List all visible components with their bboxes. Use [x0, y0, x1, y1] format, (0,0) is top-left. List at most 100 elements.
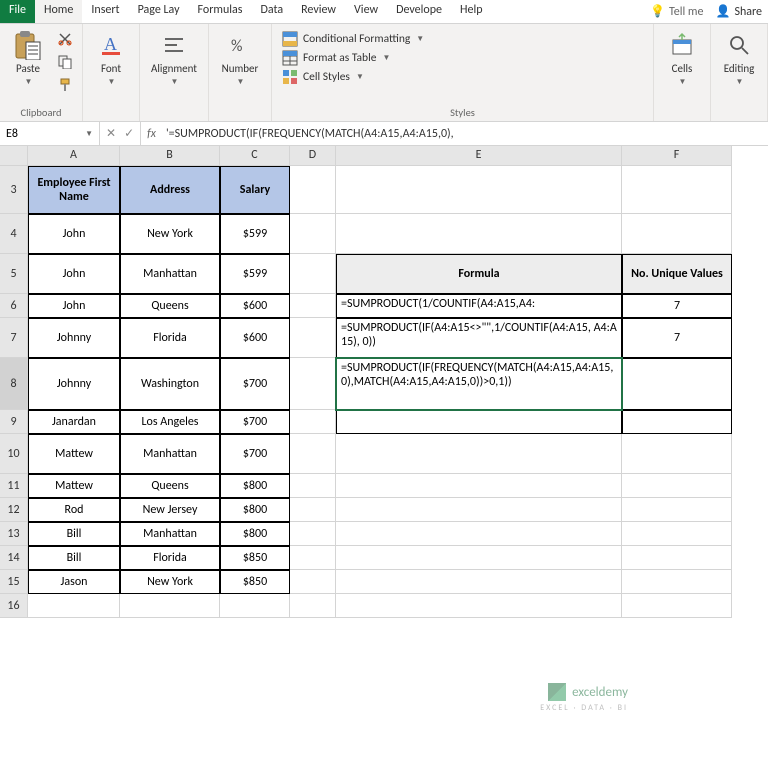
col-header-e[interactable]: E: [336, 146, 622, 166]
cell-A10[interactable]: Mattew: [28, 434, 120, 474]
editing-button[interactable]: Editing ▼: [717, 28, 761, 87]
cell-D15[interactable]: [290, 570, 336, 594]
share-button[interactable]: 👤 Share: [709, 0, 768, 23]
cell-D5[interactable]: [290, 254, 336, 294]
row-header-4[interactable]: 4: [0, 214, 28, 254]
cell-B16[interactable]: [120, 594, 220, 618]
conditional-formatting-button[interactable]: Conditional Formatting ▼: [278, 30, 647, 48]
cell-C12[interactable]: $800: [220, 498, 290, 522]
cell-E12[interactable]: [336, 498, 622, 522]
tab-insert[interactable]: Insert: [82, 0, 128, 23]
cell-B13[interactable]: Manhattan: [120, 522, 220, 546]
cell-A16[interactable]: [28, 594, 120, 618]
tab-view[interactable]: View: [345, 0, 387, 23]
cell-E14[interactable]: [336, 546, 622, 570]
cell-E15[interactable]: [336, 570, 622, 594]
tell-me-box[interactable]: 💡 Tell me: [644, 0, 709, 23]
cell-styles-button[interactable]: Cell Styles ▼: [278, 68, 647, 86]
cell-B8[interactable]: Washington: [120, 358, 220, 410]
formula-bar[interactable]: fx '=SUMPRODUCT(IF(FREQUENCY(MATCH(A4:A1…: [141, 122, 768, 145]
cell-F9[interactable]: [622, 410, 732, 434]
cell-D6[interactable]: [290, 294, 336, 318]
cell-A13[interactable]: Bill: [28, 522, 120, 546]
cell-C5[interactable]: $599: [220, 254, 290, 294]
cell-F8[interactable]: [622, 358, 732, 410]
cell-F12[interactable]: [622, 498, 732, 522]
cut-button[interactable]: [54, 28, 76, 50]
cell-A7[interactable]: Johnny: [28, 318, 120, 358]
row-header-9[interactable]: 9: [0, 410, 28, 434]
row-header-13[interactable]: 13: [0, 522, 28, 546]
row-header-5[interactable]: 5: [0, 254, 28, 294]
cell-B12[interactable]: New Jersey: [120, 498, 220, 522]
cell-F10[interactable]: [622, 434, 732, 474]
row-header-12[interactable]: 12: [0, 498, 28, 522]
cell-F15[interactable]: [622, 570, 732, 594]
cell-D14[interactable]: [290, 546, 336, 570]
cell-F7[interactable]: 7: [622, 318, 732, 358]
cell-E16[interactable]: [336, 594, 622, 618]
cell-B6[interactable]: Queens: [120, 294, 220, 318]
row-header-11[interactable]: 11: [0, 474, 28, 498]
tab-data[interactable]: Data: [251, 0, 292, 23]
cell-A4[interactable]: John: [28, 214, 120, 254]
cell-B14[interactable]: Florida: [120, 546, 220, 570]
copy-button[interactable]: [54, 51, 76, 73]
cell-B5[interactable]: Manhattan: [120, 254, 220, 294]
name-box[interactable]: E8 ▼: [0, 122, 100, 145]
cell-D3[interactable]: [290, 166, 336, 214]
cell-D7[interactable]: [290, 318, 336, 358]
cell-B9[interactable]: Los Angeles: [120, 410, 220, 434]
cell-D8[interactable]: [290, 358, 336, 410]
cell-A5[interactable]: John: [28, 254, 120, 294]
row-header-7[interactable]: 7: [0, 318, 28, 358]
format-as-table-button[interactable]: Format as Table ▼: [278, 49, 647, 67]
cell-C16[interactable]: [220, 594, 290, 618]
cell-C3[interactable]: Salary: [220, 166, 290, 214]
cell-B15[interactable]: New York: [120, 570, 220, 594]
cell-E4[interactable]: [336, 214, 622, 254]
cell-C7[interactable]: $600: [220, 318, 290, 358]
cancel-formula-button[interactable]: ✕: [106, 126, 116, 141]
alignment-button[interactable]: Alignment ▼: [146, 28, 202, 87]
cell-A6[interactable]: John: [28, 294, 120, 318]
cell-B10[interactable]: Manhattan: [120, 434, 220, 474]
tab-review[interactable]: Review: [292, 0, 345, 23]
cell-A12[interactable]: Rod: [28, 498, 120, 522]
cell-A15[interactable]: Jason: [28, 570, 120, 594]
cell-C14[interactable]: $850: [220, 546, 290, 570]
col-header-a[interactable]: A: [28, 146, 120, 166]
tab-developer[interactable]: Develope: [387, 0, 451, 23]
tab-home[interactable]: Home: [35, 0, 82, 23]
cell-E9[interactable]: [336, 410, 622, 434]
cell-A9[interactable]: Janardan: [28, 410, 120, 434]
format-painter-button[interactable]: [54, 74, 76, 96]
cell-B4[interactable]: New York: [120, 214, 220, 254]
cell-C9[interactable]: $700: [220, 410, 290, 434]
row-header-6[interactable]: 6: [0, 294, 28, 318]
cell-D13[interactable]: [290, 522, 336, 546]
row-header-14[interactable]: 14: [0, 546, 28, 570]
cell-E7[interactable]: =SUMPRODUCT(IF(A4:A15<>"",1/COUNTIF(A4:A…: [336, 318, 622, 358]
cell-A8[interactable]: Johnny: [28, 358, 120, 410]
cell-E3[interactable]: [336, 166, 622, 214]
cell-C4[interactable]: $599: [220, 214, 290, 254]
cell-F6[interactable]: 7: [622, 294, 732, 318]
select-all-corner[interactable]: [0, 146, 28, 166]
font-button[interactable]: A Font ▼: [89, 28, 133, 87]
tab-formulas[interactable]: Formulas: [189, 0, 252, 23]
cell-D9[interactable]: [290, 410, 336, 434]
cell-D10[interactable]: [290, 434, 336, 474]
col-header-b[interactable]: B: [120, 146, 220, 166]
number-button[interactable]: % Number ▼: [215, 28, 265, 87]
col-header-d[interactable]: D: [290, 146, 336, 166]
cell-F3[interactable]: [622, 166, 732, 214]
row-header-8[interactable]: 8: [0, 358, 28, 410]
cell-C11[interactable]: $800: [220, 474, 290, 498]
cell-D11[interactable]: [290, 474, 336, 498]
cell-C6[interactable]: $600: [220, 294, 290, 318]
cell-A11[interactable]: Mattew: [28, 474, 120, 498]
cell-F5[interactable]: No. Unique Values: [622, 254, 732, 294]
row-header-3[interactable]: 3: [0, 166, 28, 214]
cell-C13[interactable]: $800: [220, 522, 290, 546]
